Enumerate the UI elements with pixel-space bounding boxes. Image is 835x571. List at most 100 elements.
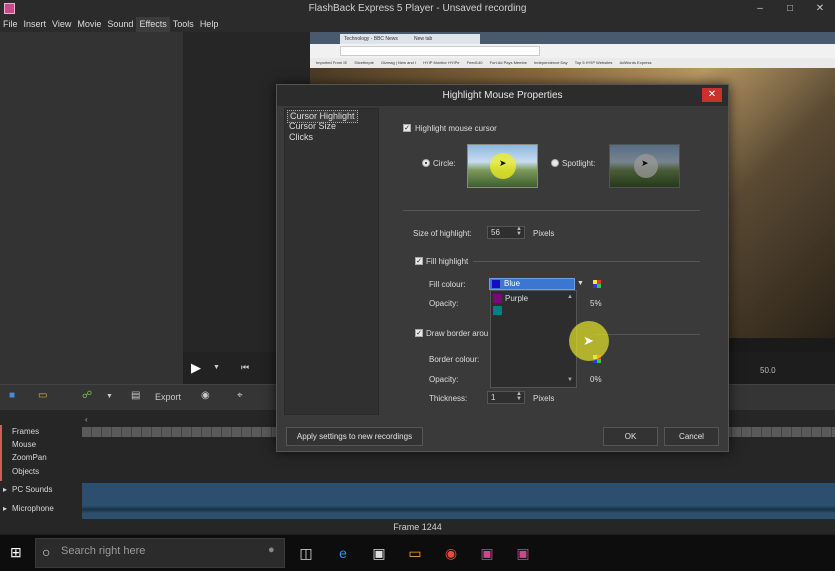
skip-back-icon[interactable]: ⏮: [241, 362, 249, 373]
play-icon[interactable]: ▶: [191, 360, 201, 376]
close-icon[interactable]: ✕: [805, 0, 835, 17]
highlight-cursor-checkbox[interactable]: ✓: [403, 124, 411, 132]
bookmark: Top 5 HYIP Websites: [574, 60, 613, 65]
chrome-icon[interactable]: ◉: [441, 543, 461, 563]
fill-highlight-label: Fill highlight: [426, 257, 469, 266]
ok-button[interactable]: OK: [603, 427, 658, 446]
chevron-down-icon[interactable]: ▼: [577, 280, 584, 287]
cursor-icon: ➤: [641, 158, 649, 168]
track-label-microphone: Microphone: [12, 504, 54, 513]
menu-view[interactable]: View: [49, 17, 74, 32]
flashback-recorder-icon[interactable]: ▣: [477, 543, 497, 563]
window-title: FlashBack Express 5 Player - Unsaved rec…: [308, 3, 527, 14]
cursor-icon: ➤: [499, 158, 507, 168]
film-icon[interactable]: ▤: [131, 390, 140, 401]
save-icon[interactable]: ■: [9, 390, 15, 401]
folder-icon[interactable]: ▭: [38, 390, 47, 401]
draw-border-checkbox[interactable]: ✓: [415, 329, 423, 337]
draw-border-label: Draw border arou: [426, 329, 489, 338]
category-cursor-size[interactable]: Cursor Size: [287, 121, 338, 132]
search-placeholder: Search right here: [61, 545, 146, 557]
store-icon[interactable]: ▣: [369, 543, 389, 563]
menu-sound[interactable]: Sound: [104, 17, 136, 32]
dialog-title: Highlight Mouse Properties: [277, 85, 728, 106]
size-value: 56: [491, 228, 500, 237]
windows-start-icon[interactable]: ⊞: [10, 544, 22, 561]
share-icon[interactable]: ☍: [82, 390, 92, 401]
fill-colour-value: Blue: [504, 279, 521, 288]
browser-address-bar: [310, 44, 835, 58]
bookmark: Gizmag | New and I: [380, 60, 417, 65]
minimize-icon[interactable]: –: [745, 0, 775, 17]
frame-indicator: Frame 1244: [0, 520, 835, 534]
microphone-icon[interactable]: ●: [268, 544, 275, 556]
menu-effects[interactable]: Effects: [136, 17, 170, 32]
menu-bar: File Insert View Movie Sound Effects Too…: [0, 17, 835, 32]
frame-label: Frame 1244: [393, 522, 442, 532]
crop-icon[interactable]: ⌖: [237, 390, 243, 401]
spotlight-radio[interactable]: [551, 159, 559, 167]
track-label-zoompan: ZoomPan: [12, 453, 47, 462]
pc-sounds-waveform[interactable]: [82, 483, 835, 500]
time-value: 50.0: [760, 366, 776, 375]
close-icon[interactable]: ✕: [702, 88, 722, 102]
track-label-frames: Frames: [12, 427, 40, 436]
apply-settings-button[interactable]: Apply settings to new recordings: [286, 427, 423, 446]
border-colour-label: Border colour:: [429, 355, 480, 364]
window-controls: – □ ✕: [745, 0, 835, 17]
size-stepper[interactable]: 56 ▲ ▼: [487, 226, 525, 239]
border-opacity-label: Opacity:: [429, 375, 459, 384]
menu-help[interactable]: Help: [197, 17, 222, 32]
highlight-cursor-label: Highlight mouse cursor: [415, 124, 497, 133]
task-view-icon[interactable]: ◫: [296, 543, 316, 563]
size-label: Size of highlight:: [413, 229, 472, 238]
fill-colour-label: Fill colour:: [429, 280, 466, 289]
microphone-waveform[interactable]: [82, 500, 835, 519]
bookmark: Feed140: [466, 60, 483, 65]
edge-icon[interactable]: e: [333, 543, 353, 563]
fill-colour-dropdown-list[interactable]: Purple ▲ ▼: [490, 290, 577, 388]
export-button[interactable]: Export: [155, 392, 181, 402]
file-explorer-icon[interactable]: ▭: [405, 543, 425, 563]
track-label-pc-sounds: PC Sounds: [12, 485, 53, 494]
browser-tab: Technology - BBC News: [340, 34, 410, 44]
chevron-down-icon[interactable]: ▼: [213, 364, 220, 371]
speaker-icon[interactable]: ▸: [3, 485, 7, 494]
microphone-icon[interactable]: ▸: [3, 504, 7, 513]
fill-highlight-checkbox[interactable]: ✓: [415, 257, 423, 265]
spotlight-preview[interactable]: ➤: [609, 144, 680, 188]
stepper-arrows-icon[interactable]: ▲ ▼: [516, 391, 522, 402]
bookmark: Fort Ad Pays Membe: [489, 60, 527, 65]
category-clicks[interactable]: Clicks: [287, 132, 315, 143]
menu-insert[interactable]: Insert: [21, 17, 50, 32]
bookmark: Imported From IE: [316, 60, 348, 65]
cancel-button[interactable]: Cancel: [664, 427, 719, 446]
stepper-arrows-icon[interactable]: ▲ ▼: [516, 226, 522, 237]
scroll-up-icon[interactable]: ▲: [567, 294, 573, 300]
fill-colour-select[interactable]: Blue: [489, 278, 575, 290]
scroll-left-icon[interactable]: ‹: [85, 415, 88, 424]
circle-preview[interactable]: ➤: [467, 144, 538, 188]
menu-movie[interactable]: Movie: [74, 17, 104, 32]
category-list: Cursor Highlight Cursor Size Clicks: [284, 108, 379, 415]
option-purple[interactable]: Purple: [491, 293, 577, 304]
menu-tools[interactable]: Tools: [170, 17, 197, 32]
border-opacity-value: 0%: [590, 375, 602, 384]
divider: [403, 210, 700, 211]
scroll-down-icon[interactable]: ▼: [567, 377, 573, 383]
address-box: [340, 46, 540, 56]
menu-file[interactable]: File: [0, 17, 21, 32]
colour-picker-icon[interactable]: [593, 280, 601, 288]
thickness-stepper[interactable]: 1 ▲ ▼: [487, 391, 525, 404]
chevron-down-icon[interactable]: ▼: [106, 393, 113, 400]
browser-bookmarks-bar: Imported From IE Slicethepie Gizmag | Ne…: [310, 58, 835, 68]
circle-radio[interactable]: [422, 159, 430, 167]
camera-icon[interactable]: ◉: [201, 390, 210, 401]
divider: [473, 261, 700, 262]
cortana-icon[interactable]: ○: [42, 544, 50, 560]
flashback-player-icon[interactable]: ▣: [513, 543, 533, 563]
maximize-icon[interactable]: □: [775, 0, 805, 17]
fill-colour-swatch: [492, 280, 500, 288]
app-window: FlashBack Express 5 Player - Unsaved rec…: [0, 0, 835, 571]
option-teal[interactable]: [491, 305, 577, 316]
